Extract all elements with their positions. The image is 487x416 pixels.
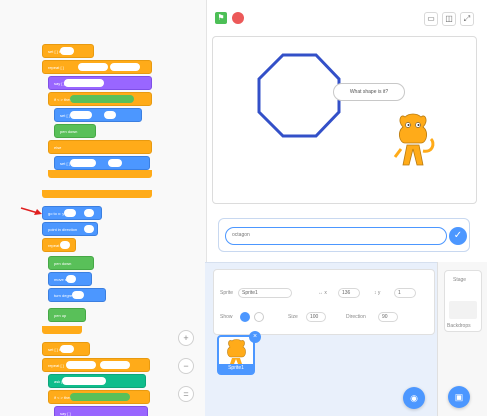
cat-add-icon: ◉ (410, 393, 418, 403)
block-condition[interactable] (70, 95, 134, 103)
x-axis-icon: ↔ x (318, 290, 327, 296)
sprite-name-input[interactable]: Sprite1 (238, 288, 292, 298)
block-input[interactable] (64, 209, 76, 217)
cat-sprite (393, 113, 435, 166)
code-block[interactable]: else (48, 140, 152, 154)
speech-bubble-text: What shape is it? (349, 89, 389, 95)
scratch-editor: { "code": { "blocks": [ {"label": "set [… (0, 0, 487, 416)
choose-sprite-button[interactable]: ◉ (403, 387, 425, 409)
code-block[interactable]: pen up (48, 308, 86, 322)
sprite-thumbnail-label: Sprite1 (219, 364, 253, 373)
speech-bubble: What shape is it? (333, 83, 405, 101)
zoom-reset-button[interactable]: = (178, 386, 194, 402)
block-input[interactable] (64, 79, 104, 87)
checkmark-icon: ✓ (453, 230, 463, 241)
small-stage-button[interactable]: ▭ (424, 12, 438, 26)
block-input[interactable] (70, 111, 92, 119)
block-input[interactable] (60, 47, 74, 55)
answer-input[interactable]: octagon (225, 227, 447, 245)
normal-stage-icon: ◫ (445, 14, 453, 23)
cat-thumbnail-icon (227, 339, 246, 364)
backdrops-label: Backdrops (447, 323, 471, 329)
direction-input[interactable]: 90 (378, 312, 398, 322)
code-block[interactable]: repeat (42, 238, 76, 252)
answer-prompt: octagon ✓ (218, 218, 470, 252)
block-input[interactable] (66, 361, 96, 369)
code-block[interactable]: set [ ] to (54, 108, 142, 122)
stage-drawing (257, 53, 435, 166)
code-area[interactable]: set [ ] to repeat [ ] say [ ] if < > the… (0, 0, 207, 416)
choose-backdrop-button[interactable]: ▣ (448, 386, 470, 408)
block-condition[interactable] (70, 393, 130, 401)
code-block[interactable]: set [ ] to (54, 156, 150, 170)
sprite-thumbnail[interactable]: Sprite1 (217, 335, 255, 375)
block-input[interactable] (66, 275, 76, 283)
stop-button[interactable] (232, 12, 244, 24)
trash-icon: × (252, 333, 258, 340)
image-add-icon: ▣ (454, 392, 464, 402)
code-block[interactable]: repeat [ ] (42, 358, 150, 372)
fullscreen-icon: ⤢ (463, 14, 471, 23)
stage-canvas[interactable]: What shape is it? (212, 36, 477, 204)
stage-target-pane[interactable]: Stage Backdrops ▣ (437, 262, 487, 416)
y-input[interactable]: 1 (394, 288, 416, 298)
block-cap (42, 190, 152, 198)
size-input[interactable]: 100 (306, 312, 326, 322)
code-block[interactable]: say [ ] (54, 406, 148, 416)
y-axis-icon: ↕ y (374, 290, 381, 296)
block-input[interactable] (108, 159, 122, 167)
backdrop-thumbnail (449, 301, 477, 319)
red-arrow-icon (20, 207, 42, 215)
block-input[interactable] (104, 111, 116, 119)
code-block[interactable]: pen down (48, 256, 94, 270)
stage-label: Stage (453, 277, 467, 283)
sprite-info-panel: Sprite Sprite1 ↔ x 136 ↕ y 1 Show Size 1… (213, 269, 435, 335)
sprite-pane: Sprite Sprite1 ↔ x 136 ↕ y 1 Show Size 1… (205, 262, 437, 416)
block-input[interactable] (60, 241, 70, 249)
octagon-drawing (257, 53, 341, 138)
x-input[interactable]: 136 (338, 288, 360, 298)
fullscreen-button[interactable]: ⤢ (460, 12, 474, 26)
answer-submit-button[interactable]: ✓ (449, 227, 467, 245)
block-input[interactable] (60, 345, 74, 353)
size-label: Size (288, 314, 298, 320)
show-label: Show (220, 314, 233, 320)
delete-sprite-button[interactable]: × (249, 331, 261, 343)
green-flag-button[interactable]: ⚑ (215, 12, 227, 24)
block-input[interactable] (62, 377, 106, 385)
show-hidden-toggle[interactable] (254, 312, 264, 322)
code-block[interactable]: pen down (54, 124, 96, 138)
zoom-out-button[interactable]: − (178, 358, 194, 374)
direction-label: Direction (346, 314, 366, 320)
flag-icon: ⚑ (217, 13, 225, 22)
block-input[interactable] (84, 209, 94, 217)
zoom-in-button[interactable]: + (178, 330, 194, 346)
block-input[interactable] (70, 159, 96, 167)
show-visible-toggle[interactable] (240, 312, 250, 322)
sprite-name-label: Sprite (220, 290, 234, 296)
block-input[interactable] (72, 291, 84, 299)
small-stage-icon: ▭ (427, 14, 435, 23)
block-input[interactable] (84, 225, 94, 233)
block-input[interactable] (110, 63, 140, 71)
block-cap (48, 170, 152, 178)
normal-stage-button[interactable]: ◫ (442, 12, 456, 26)
block-input[interactable] (78, 63, 108, 71)
stage-target[interactable]: Stage Backdrops (444, 270, 482, 332)
block-cap (42, 326, 82, 334)
block-input[interactable] (100, 361, 130, 369)
